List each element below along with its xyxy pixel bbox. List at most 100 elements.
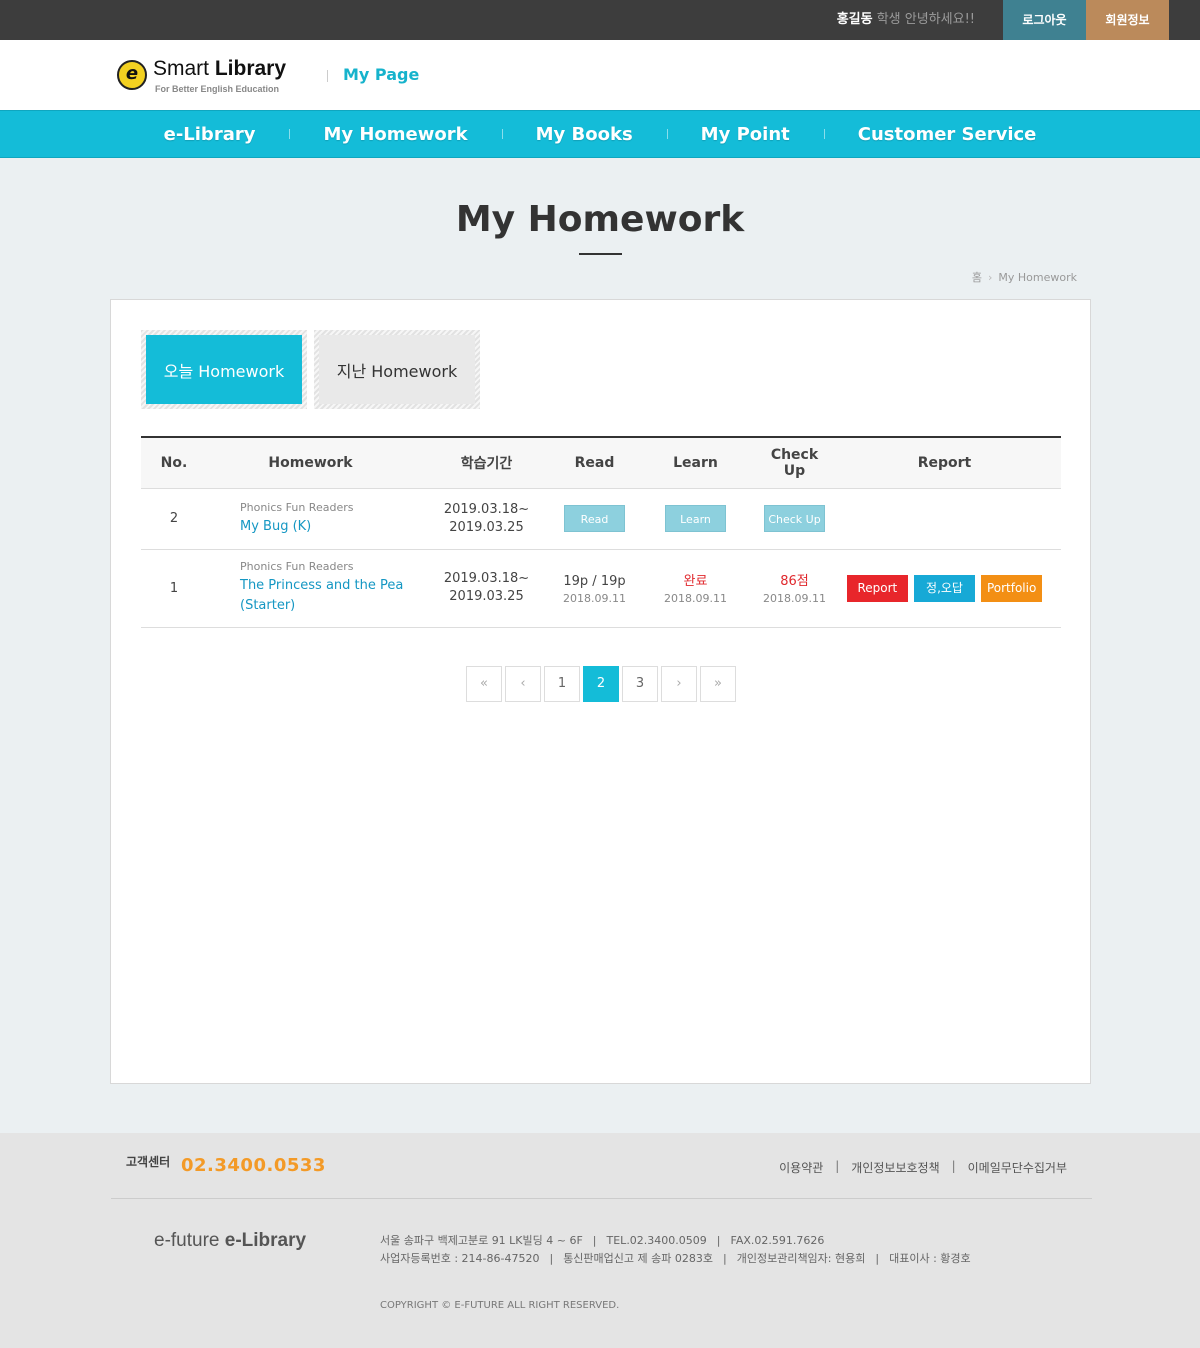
book-series: Phonics Fun Readers <box>240 500 354 514</box>
main-nav: e-Library My Homework My Books My Point … <box>0 110 1200 158</box>
col-read: Read <box>574 454 615 471</box>
row-number: 2 <box>141 488 207 550</box>
title-underline <box>578 253 622 255</box>
footer-divider <box>111 1198 1092 1199</box>
homework-panel: 오늘 Homework 지난 Homework No. Homework 학습기… <box>110 299 1091 1084</box>
answer-button[interactable]: 정,오답 <box>914 574 975 602</box>
company-address: 서울 송파구 백제고분로 91 LK빌딩 4 ~ 6F <box>380 1234 583 1247</box>
efuture-logo-2: e-Library <box>224 1230 307 1251</box>
breadcrumb: 홈 › My Homework <box>0 271 1090 285</box>
homework-table: No. Homework 학습기간 Read Learn Check Up Re… <box>141 436 1061 628</box>
report-button[interactable]: Report <box>846 574 908 602</box>
logout-button[interactable]: 로그아웃 <box>1003 0 1086 40</box>
company-biz-no: 사업자등록번호 : 214-86-47520 <box>380 1252 540 1265</box>
homework-cell: Phonics Fun Readers The Princess and the… <box>207 549 414 628</box>
footer-link-privacy[interactable]: 개인정보보호정책 <box>835 1159 953 1176</box>
page-link-1[interactable]: 1 <box>544 666 580 702</box>
table-row: 2 Phonics Fun Readers My Bug (K) 2019.03… <box>141 488 1061 550</box>
checkup-cell: Check Up <box>761 488 828 550</box>
book-title-link[interactable]: My Bug (K) <box>240 517 414 537</box>
table-row: 1 Phonics Fun Readers The Princess and t… <box>141 549 1061 628</box>
report-cell: Report 정,오답 Portfolio <box>828 549 1061 628</box>
prev-page-icon[interactable]: ‹ <box>505 666 541 702</box>
customer-center-label: 고객센터 <box>126 1155 171 1169</box>
checkup-button[interactable]: Check Up <box>764 505 825 532</box>
book-title-link[interactable]: The Princess and the Pea (Starter) <box>240 576 414 616</box>
period-end: 2019.03.25 <box>449 589 524 604</box>
company-mail-order: 통신판매업신고 제 송파 0283호 <box>563 1252 713 1265</box>
learn-status: 완료 <box>683 573 708 589</box>
section-title[interactable]: My Page <box>327 40 419 110</box>
efuture-logo-1: e-future <box>154 1230 225 1251</box>
smart-library-logo[interactable]: e Smart Library For Better English Educa… <box>117 57 317 97</box>
copyright: COPYRIGHT © E-FUTURE ALL RIGHT RESERVED. <box>380 1300 620 1311</box>
top-bar: 홍길동 학생 안녕하세요!! 로그아웃 회원정보 <box>0 0 1200 40</box>
col-period: 학습기간 <box>460 455 513 472</box>
company-info: 서울 송파구 백제고분로 91 LK빌딩 4 ~ 6F | TEL.02.3400.… <box>380 1234 971 1265</box>
period-cell: 2019.03.18~ 2019.03.25 <box>414 549 559 628</box>
read-button[interactable]: Read <box>564 505 625 532</box>
logo-name-smart: Smart <box>153 57 215 80</box>
homework-tabs: 오늘 Homework 지난 Homework <box>141 330 480 409</box>
checkup-cell: 86점 2018.09.11 <box>761 549 828 628</box>
next-page-icon[interactable]: › <box>661 666 697 702</box>
greeting-text: 학생 안녕하세요!! <box>872 12 975 27</box>
logo-e-icon: e <box>117 60 147 90</box>
logo-name: Smart Library <box>153 57 286 81</box>
tab-today-label: 오늘 Homework <box>146 335 302 404</box>
book-title-line-2: (Starter) <box>240 598 296 613</box>
chevron-right-icon: › <box>987 271 993 284</box>
period-end: 2019.03.25 <box>449 519 524 535</box>
nav-item-elibrary[interactable]: e-Library <box>130 124 290 145</box>
last-page-icon[interactable]: » <box>700 666 736 702</box>
pagination: « ‹ 1 2 3 › » <box>466 666 736 702</box>
learn-cell: 완료 2018.09.11 <box>630 549 761 628</box>
read-cell: 19p / 19p 2018.09.11 <box>559 549 630 628</box>
breadcrumb-current: My Homework <box>998 271 1077 284</box>
checkup-date: 2018.09.11 <box>763 591 826 605</box>
member-info-button[interactable]: 회원정보 <box>1086 0 1169 40</box>
period-cell: 2019.03.18~ 2019.03.25 <box>414 488 559 550</box>
company-ceo: 대표이사 : 황경호 <box>889 1252 971 1265</box>
book-series: Phonics Fun Readers <box>240 560 354 573</box>
breadcrumb-home[interactable]: 홈 <box>972 271 982 284</box>
book-title-line-1: The Princess and the Pea <box>240 578 404 593</box>
nav-item-customer-service[interactable]: Customer Service <box>823 124 1071 145</box>
learn-cell: Learn <box>630 488 761 550</box>
company-privacy-officer: 개인정보관리책임자: 현용희 <box>736 1252 866 1265</box>
footer-link-email-refusal[interactable]: 이메일무단수집거부 <box>952 1159 1067 1176</box>
efuture-logo: e-future e-Library <box>154 1230 306 1252</box>
nav-item-my-point[interactable]: My Point <box>666 124 824 145</box>
logo-name-library: Library <box>214 57 287 80</box>
nav-item-my-homework[interactable]: My Homework <box>289 124 501 145</box>
report-cell <box>828 488 1061 550</box>
learn-date: 2018.09.11 <box>664 591 727 605</box>
checkup-score: 86점 <box>780 573 809 589</box>
table-header-row: No. Homework 학습기간 Read Learn Check Up Re… <box>141 437 1061 488</box>
page-link-2[interactable]: 2 <box>583 666 619 702</box>
logo-tagline: For Better English Education <box>155 84 280 94</box>
nav-item-my-books[interactable]: My Books <box>501 124 667 145</box>
header: e Smart Library For Better English Educa… <box>0 40 1200 110</box>
col-checkup: Check Up <box>770 446 819 479</box>
period-start: 2019.03.18~ <box>443 571 530 586</box>
footer-link-terms[interactable]: 이용약관 <box>765 1159 837 1176</box>
tab-past-label: 지난 Homework <box>319 335 475 404</box>
read-progress: 19p / 19p <box>563 573 626 589</box>
customer-center-phone: 02.3400.0533 <box>181 1155 326 1176</box>
learn-button[interactable]: Learn <box>665 505 726 532</box>
first-page-icon[interactable]: « <box>466 666 502 702</box>
tab-past-homework[interactable]: 지난 Homework <box>314 330 480 409</box>
period-start: 2019.03.18~ <box>443 501 530 517</box>
page-title: My Homework <box>455 199 745 240</box>
footer-links: 이용약관 개인정보보호정책 이메일무단수집거부 <box>765 1159 1067 1176</box>
tab-today-homework[interactable]: 오늘 Homework <box>141 330 307 409</box>
col-no: No. <box>160 454 188 471</box>
user-greeting: 홍길동 학생 안녕하세요!! <box>837 0 975 40</box>
row-number: 1 <box>141 549 207 628</box>
page-link-3[interactable]: 3 <box>622 666 658 702</box>
portfolio-button[interactable]: Portfolio <box>981 574 1043 602</box>
homework-cell: Phonics Fun Readers My Bug (K) <box>207 488 414 550</box>
read-cell: Read <box>559 488 630 550</box>
user-name: 홍길동 <box>836 12 873 27</box>
